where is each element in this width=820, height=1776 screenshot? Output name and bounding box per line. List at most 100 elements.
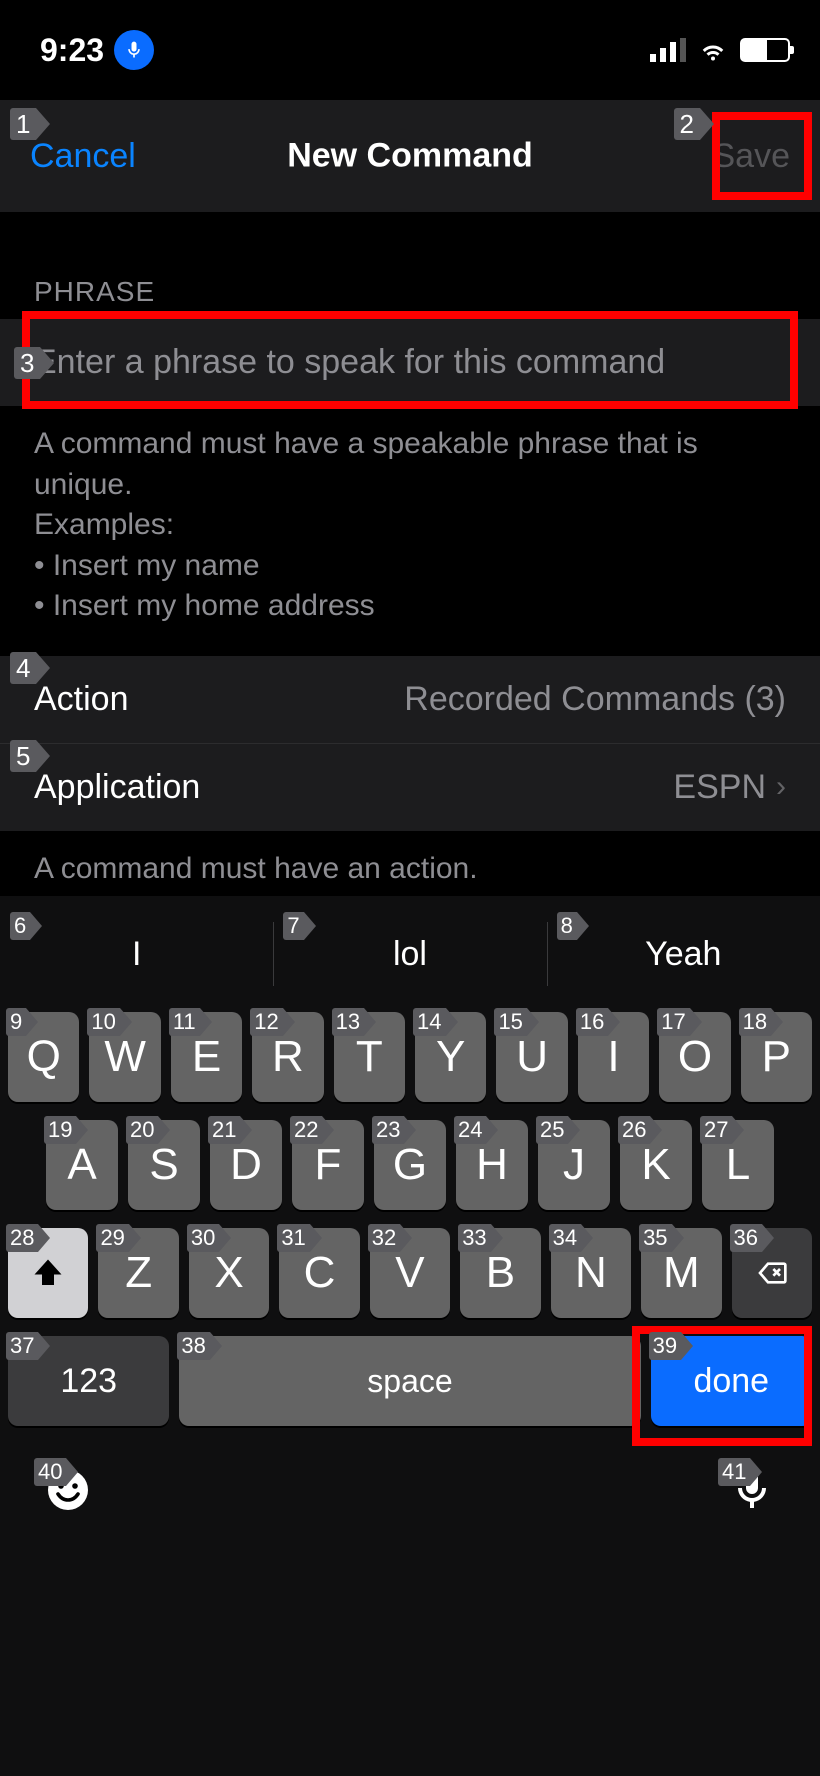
cellular-icon bbox=[650, 38, 686, 62]
key-m[interactable]: 35M bbox=[641, 1228, 721, 1318]
key-h[interactable]: 24H bbox=[456, 1120, 528, 1210]
key-x[interactable]: 30X bbox=[189, 1228, 269, 1318]
key-y[interactable]: 14Y bbox=[415, 1012, 486, 1102]
key-p[interactable]: 18P bbox=[741, 1012, 812, 1102]
key-q[interactable]: 9Q bbox=[8, 1012, 79, 1102]
suggestion-1[interactable]: 6 I bbox=[0, 904, 273, 1004]
keyboard: 6 I 7 lol 8 Yeah 9Q 10W 11E 12R 13T 14Y … bbox=[0, 896, 820, 1776]
numtag-36: 36 bbox=[730, 1224, 762, 1252]
numtag-15: 15 bbox=[494, 1008, 526, 1036]
emoji-button[interactable]: 40 bbox=[40, 1462, 96, 1518]
key-space[interactable]: 38 space bbox=[179, 1336, 640, 1426]
action-row[interactable]: 4 Action Recorded Commands (3) bbox=[0, 655, 820, 743]
nav-title: New Command bbox=[287, 137, 533, 176]
key-l[interactable]: 27L bbox=[702, 1120, 774, 1210]
application-row[interactable]: 5 Application ESPN › bbox=[0, 743, 820, 831]
key-delete[interactable]: 36 bbox=[732, 1228, 812, 1318]
key-k[interactable]: 26K bbox=[620, 1120, 692, 1210]
suggestion-bar: 6 I 7 lol 8 Yeah bbox=[0, 904, 820, 1004]
status-bar: 9:23 bbox=[0, 0, 820, 100]
numtag-19: 19 bbox=[44, 1116, 76, 1144]
numtag-30: 30 bbox=[187, 1224, 219, 1252]
delete-icon bbox=[751, 1257, 793, 1289]
numtag-11: 11 bbox=[169, 1008, 200, 1036]
key-v[interactable]: 32V bbox=[370, 1228, 450, 1318]
key-u[interactable]: 15U bbox=[496, 1012, 567, 1102]
status-left: 9:23 bbox=[40, 30, 154, 70]
numtag-14: 14 bbox=[413, 1008, 445, 1036]
numtag-29: 29 bbox=[96, 1224, 128, 1252]
save-button[interactable]: Save bbox=[713, 137, 791, 176]
voice-control-badge-icon bbox=[114, 30, 154, 70]
action-value: Recorded Commands (3) bbox=[404, 680, 786, 719]
numtag-20: 20 bbox=[126, 1116, 158, 1144]
action-value-text: Recorded Commands (3) bbox=[404, 680, 786, 719]
numtag-12: 12 bbox=[250, 1008, 282, 1036]
key-c[interactable]: 31C bbox=[279, 1228, 359, 1318]
key-z[interactable]: 29Z bbox=[98, 1228, 178, 1318]
numtag-3: 3 bbox=[14, 347, 40, 379]
numtag-34: 34 bbox=[549, 1224, 581, 1252]
phrase-input[interactable] bbox=[34, 343, 786, 382]
action-label: Action bbox=[34, 680, 129, 719]
key-s[interactable]: 20S bbox=[128, 1120, 200, 1210]
key-g[interactable]: 23G bbox=[374, 1120, 446, 1210]
numtag-16: 16 bbox=[576, 1008, 608, 1036]
key-a[interactable]: 19A bbox=[46, 1120, 118, 1210]
key-b[interactable]: 33B bbox=[460, 1228, 540, 1318]
numtag-33: 33 bbox=[458, 1224, 490, 1252]
numtag-5: 5 bbox=[10, 740, 36, 772]
battery-icon bbox=[740, 38, 790, 62]
numtag-21: 21 bbox=[208, 1116, 240, 1144]
numtag-39: 39 bbox=[649, 1332, 681, 1360]
numtag-40: 40 bbox=[34, 1458, 66, 1486]
suggestion-2-text: lol bbox=[393, 935, 427, 974]
section-header-phrase: PHRASE bbox=[0, 212, 820, 318]
cancel-button[interactable]: Cancel bbox=[30, 137, 136, 176]
key-e[interactable]: 11E bbox=[171, 1012, 242, 1102]
numtag-1: 1 bbox=[10, 108, 36, 140]
numtag-38: 38 bbox=[177, 1332, 209, 1360]
key-j[interactable]: 25J bbox=[538, 1120, 610, 1210]
suggestion-3[interactable]: 8 Yeah bbox=[547, 904, 820, 1004]
numtag-27: 27 bbox=[700, 1116, 732, 1144]
key-numbers[interactable]: 37 123 bbox=[8, 1336, 169, 1426]
numtag-4: 4 bbox=[10, 652, 36, 684]
key-shift[interactable]: 28 bbox=[8, 1228, 88, 1318]
phrase-input-cell[interactable]: 3 bbox=[0, 318, 820, 406]
numtag-35: 35 bbox=[639, 1224, 671, 1252]
dictation-button[interactable]: 41 bbox=[724, 1462, 780, 1518]
key-i[interactable]: 16I bbox=[578, 1012, 649, 1102]
nav-bar: 1 Cancel New Command 2 Save bbox=[0, 100, 820, 212]
numtag-22: 22 bbox=[290, 1116, 322, 1144]
numtag-37: 37 bbox=[6, 1332, 38, 1360]
numtag-23: 23 bbox=[372, 1116, 404, 1144]
numtag-31: 31 bbox=[277, 1224, 309, 1252]
key-r[interactable]: 12R bbox=[252, 1012, 323, 1102]
numtag-6: 6 bbox=[10, 912, 30, 940]
shift-icon bbox=[30, 1255, 66, 1291]
key-d[interactable]: 21D bbox=[210, 1120, 282, 1210]
numtag-2: 2 bbox=[674, 108, 700, 140]
numtag-26: 26 bbox=[618, 1116, 650, 1144]
key-w[interactable]: 10W bbox=[89, 1012, 160, 1102]
suggestion-2[interactable]: 7 lol bbox=[273, 904, 546, 1004]
wifi-icon bbox=[696, 38, 730, 62]
numtag-32: 32 bbox=[368, 1224, 400, 1252]
numtag-25: 25 bbox=[536, 1116, 568, 1144]
key-n[interactable]: 34N bbox=[551, 1228, 631, 1318]
key-o[interactable]: 17O bbox=[659, 1012, 730, 1102]
numtag-10: 10 bbox=[87, 1008, 119, 1036]
numtag-24: 24 bbox=[454, 1116, 486, 1144]
numtag-28: 28 bbox=[6, 1224, 38, 1252]
key-done[interactable]: 39 done bbox=[651, 1336, 812, 1426]
chevron-right-icon: › bbox=[776, 770, 786, 804]
numtag-41: 41 bbox=[718, 1458, 750, 1486]
application-value: ESPN › bbox=[673, 768, 786, 807]
key-t[interactable]: 13T bbox=[334, 1012, 405, 1102]
phrase-footer-line2: Examples: bbox=[34, 505, 786, 546]
numtag-13: 13 bbox=[332, 1008, 364, 1036]
key-f[interactable]: 22F bbox=[292, 1120, 364, 1210]
numtag-9: 9 bbox=[6, 1008, 26, 1036]
phrase-footer-line1: A command must have a speakable phrase t… bbox=[34, 424, 786, 505]
